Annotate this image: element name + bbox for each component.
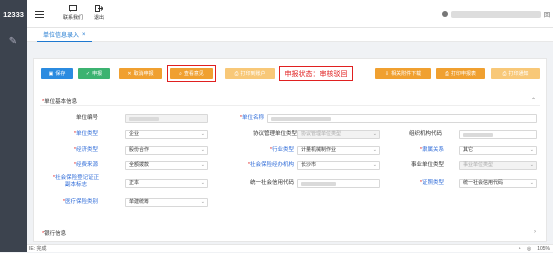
logout-button[interactable]: 退出 xyxy=(86,5,112,21)
save-icon: ▣ xyxy=(48,70,54,77)
chevron-down-icon: ⌄ xyxy=(372,131,377,137)
highlight-box-status xyxy=(279,66,353,81)
si-agency-select[interactable]: 长沙市 ⌄ xyxy=(297,161,380,170)
left-sidebar: 12333 ✎ xyxy=(0,0,27,252)
check-icon: ✓ xyxy=(85,70,91,77)
contact-us-label: 联系我们 xyxy=(62,15,83,21)
industry-select[interactable]: 计量机械制作业 ⌄ xyxy=(297,146,380,155)
chevron-down-icon: ⌄ xyxy=(372,162,377,168)
user-area[interactable]: 回 ▾ xyxy=(442,9,553,19)
section-title-bank-info: *银行信息 xyxy=(42,231,67,237)
form-row: 经费来源 全额拨款⌄ 社会保险经办机构 长沙市⌄ 事业单位类型 事业单位类型⌄ xyxy=(34,160,548,172)
top-bar: 联系我们 退出 回 ▾ xyxy=(27,0,553,28)
print-sheet-button[interactable]: ⎙ 打印申报表 xyxy=(436,68,485,79)
divider xyxy=(40,105,540,106)
cancel-submit-button[interactable]: ✕ 取消申报 xyxy=(119,68,162,79)
form-row: 单位类型 企业⌄ 协议管理单位类型 协议管理单位类型⌄ 组织机构代码 xyxy=(34,129,548,141)
reg-flag-label: 社会保险登记证正副本标志 xyxy=(52,175,100,189)
mgmt-type-select[interactable]: 协议管理单位类型 ⌄ xyxy=(297,130,380,139)
med-cat-label: 医疗保险类别 xyxy=(38,197,98,208)
save-button[interactable]: ▣ 保存 xyxy=(41,68,73,79)
chevron-down-icon: ⌄ xyxy=(200,131,205,137)
chevron-down-icon: ⌄ xyxy=(200,147,205,153)
econ-type-label: 经济类型 xyxy=(38,145,98,156)
chevron-down-icon: ⌄ xyxy=(200,180,205,186)
expand-icon[interactable]: › xyxy=(534,229,536,235)
edit-icon[interactable]: ✎ xyxy=(7,36,19,48)
logout-icon xyxy=(95,5,103,12)
credit-code-input[interactable] xyxy=(297,179,380,188)
si-agency-label: 社会保险经办机构 xyxy=(222,160,294,171)
fund-source-select[interactable]: 全额拨款 ⌄ xyxy=(125,161,208,170)
chevron-down-icon: ⌄ xyxy=(529,180,534,186)
cert-type-label: 证照类型 xyxy=(384,178,444,189)
status-bar: IE: 完成 ◔ ◎ 105% xyxy=(27,244,553,252)
print-account-button[interactable]: ⎙ 打印到账户 xyxy=(225,68,275,79)
form-row: 经济类型 股份合作⌄ 行业类型 计量机械制作业⌄ 隶属关系 其它⌄ xyxy=(34,145,548,157)
print-icon: ⎙ xyxy=(502,70,507,77)
chevron-down-icon: ⌄ xyxy=(200,162,205,168)
chevron-down-icon: ⌄ xyxy=(372,147,377,153)
chevron-down-icon: ⌄ xyxy=(200,199,205,205)
org-code-label: 组织机构代码 xyxy=(408,131,442,137)
print-icon: ⎙ xyxy=(444,70,449,77)
section-title-basic-info: *单位基本信息 xyxy=(42,99,78,105)
logout-label: 退出 xyxy=(93,15,104,21)
submit-button[interactable]: ✓ 申报 xyxy=(78,68,110,79)
affiliation-select[interactable]: 其它 ⌄ xyxy=(459,146,537,155)
unit-name-input[interactable] xyxy=(267,114,537,123)
attachment-download-button[interactable]: ⇩ 相关附件下载 xyxy=(375,68,431,79)
brand-logo: 12333 xyxy=(3,9,24,19)
unit-name-label: 单位名称 xyxy=(204,113,264,124)
tab-unit-info-entry[interactable]: 单位信息录入 × xyxy=(37,28,92,42)
inst-type-select[interactable]: 事业单位类型 ⌄ xyxy=(459,161,537,170)
unit-type-select[interactable]: 企业 ⌄ xyxy=(125,130,208,139)
print-notice-button[interactable]: ⎙ 打印通知 xyxy=(491,68,540,79)
tab-bar: 单位信息录入 × xyxy=(27,28,553,42)
tab-label: 单位信息录入 xyxy=(43,33,80,39)
collapse-icon[interactable]: ⌃ xyxy=(531,97,536,104)
cancel-icon: ✕ xyxy=(127,70,132,77)
contact-us-button[interactable]: 联系我们 xyxy=(60,5,86,21)
unit-no-input[interactable] xyxy=(125,114,208,123)
fund-source-label: 经费来源 xyxy=(38,160,98,171)
highlight-box-view-opinion xyxy=(167,65,216,82)
econ-type-select[interactable]: 股份合作 ⌄ xyxy=(125,146,208,155)
main-form-panel: ▣ 保存 ✓ 申报 ✕ 取消申报 ⌕ 查看意见 ⎙ 打印到账户 申报状态：审核驳回 ⇩ 相关… xyxy=(33,58,547,242)
download-icon: ⇩ xyxy=(384,70,390,77)
cert-type-select[interactable]: 统一社会信用代码 ⌄ xyxy=(459,179,537,188)
user-icon xyxy=(442,11,448,17)
form-row: 社会保险登记证正副本标志 正本⌄ 统一社会信用代码 证照类型 统一社会信用代码⌄ xyxy=(34,175,548,193)
chevron-down-icon: ⌄ xyxy=(529,147,534,153)
user-suffix: 回 xyxy=(544,12,551,19)
reg-flag-select[interactable]: 正本 ⌄ xyxy=(125,179,208,188)
unit-no-label: 单位编号 xyxy=(75,115,98,121)
close-icon[interactable]: × xyxy=(82,32,86,38)
menu-icon[interactable] xyxy=(35,11,44,19)
unit-type-label: 单位类型 xyxy=(38,129,98,140)
industry-label: 行业类型 xyxy=(234,145,294,156)
chevron-down-icon: ⌄ xyxy=(529,162,534,168)
print-icon: ⎙ xyxy=(234,70,239,77)
inst-type-label: 事业单位类型 xyxy=(410,162,444,168)
org-code-input[interactable] xyxy=(459,130,537,139)
credit-code-label: 统一社会信用代码 xyxy=(249,180,294,186)
affiliation-label: 隶属关系 xyxy=(384,145,444,156)
form-row: 单位编号 单位名称 xyxy=(34,113,548,125)
form-row: 医疗保险类别 单建统筹⌄ xyxy=(34,197,548,209)
user-name-redacted xyxy=(451,10,541,18)
med-cat-select[interactable]: 单建统筹 ⌄ xyxy=(125,198,208,207)
contact-icon xyxy=(69,5,77,12)
mgmt-type-label: 协议管理单位类型 xyxy=(252,131,297,137)
